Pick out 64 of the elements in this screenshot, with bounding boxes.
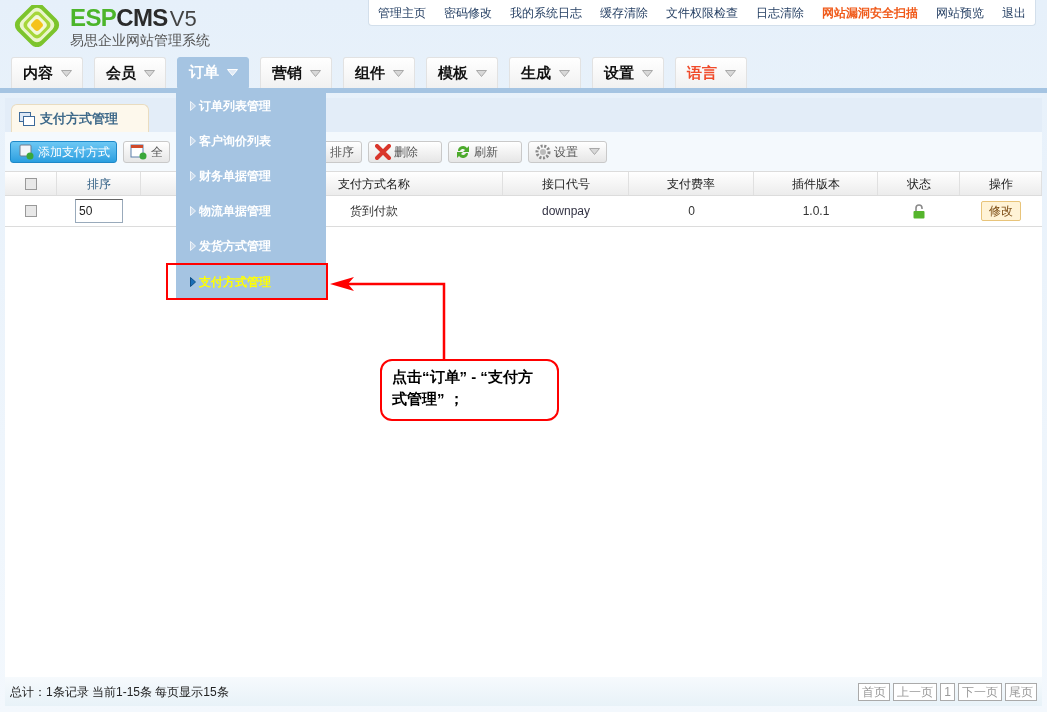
nav-tab[interactable]: 组件 (343, 57, 415, 88)
checkbox[interactable] (25, 205, 37, 217)
column-header: 状态 (878, 172, 960, 195)
top-link[interactable]: 日志清除 (756, 3, 804, 22)
brand-version: V5 (169, 6, 197, 32)
document-add-icon (17, 143, 35, 160)
toolbar-button[interactable]: 设置 (528, 140, 607, 163)
top-link[interactable]: 密码修改 (444, 3, 492, 22)
caret-icon (558, 69, 570, 77)
column-header: 支付费率 (629, 172, 754, 195)
triangle-icon (190, 135, 196, 146)
caret-icon (724, 69, 736, 77)
caret-icon (475, 69, 487, 77)
triangle-icon (190, 170, 196, 181)
caret-icon (641, 69, 653, 77)
brand-name: ESP (70, 5, 117, 31)
top-link[interactable]: 退出 (1002, 3, 1026, 22)
unlocked-padlock-icon[interactable] (913, 203, 925, 219)
nav-tab[interactable]: 会员 (94, 57, 166, 88)
nav-tab[interactable]: 设置 (592, 57, 664, 88)
page-title: 支付方式管理 (40, 109, 118, 128)
caret-icon (143, 69, 155, 77)
table-cell-text: 0 (688, 203, 695, 220)
caret-icon (60, 69, 72, 77)
brand-name: CMS (116, 5, 168, 31)
triangle-icon (190, 276, 196, 287)
edit-button[interactable]: 修改 (981, 201, 1021, 221)
caret-icon (309, 69, 321, 77)
toolbar-button[interactable]: 全 (123, 140, 170, 163)
nav-tab[interactable]: 生成 (509, 57, 581, 88)
column-header: 插件版本 (754, 172, 878, 195)
checkbox[interactable] (24, 177, 37, 190)
gear-icon (535, 143, 551, 160)
top-link[interactable]: 管理主页 (378, 3, 426, 22)
caret-icon (392, 69, 404, 77)
triangle-icon (190, 240, 196, 251)
top-link[interactable]: 我的系统日志 (510, 3, 582, 22)
triangle-icon (190, 101, 196, 111)
column-header: 操作 (960, 172, 1042, 195)
table-cell-text: 货到付款 (350, 203, 398, 220)
caret-icon (589, 148, 600, 155)
top-link[interactable]: 网站预览 (936, 3, 984, 22)
delete-icon (375, 143, 391, 160)
nav-tab[interactable]: 营销 (260, 57, 332, 88)
caret-icon (226, 69, 238, 76)
table-add-icon (130, 143, 148, 160)
table-cell-text: 1.0.1 (802, 203, 830, 220)
triangle-icon (190, 205, 196, 216)
toolbar-button[interactable]: 删除 (368, 140, 442, 163)
order-field[interactable]: 50 (75, 199, 123, 223)
column-header: 接口代号 (503, 172, 629, 195)
nav-tab[interactable]: 内容 (11, 57, 83, 88)
toolbar-button[interactable]: 刷新 (448, 140, 522, 163)
page-tab[interactable]: 支付方式管理 (11, 104, 149, 132)
top-link[interactable]: 缓存清除 (600, 3, 648, 22)
top-link[interactable]: 文件权限检查 (666, 3, 738, 22)
logo-subtitle: 易思企业网站管理系统 (70, 32, 210, 48)
table-cell-text: downpay (541, 203, 590, 220)
window-icon (19, 111, 35, 126)
column-header: 排序 (57, 172, 141, 195)
refresh-icon (455, 143, 471, 160)
nav-tab[interactable]: 模板 (426, 57, 498, 88)
callout: 点击“订单” - “支付方式管理” ； (380, 359, 559, 421)
record-summary: 总计：1条记录 当前1-15条 每页显示15条 (10, 683, 229, 701)
